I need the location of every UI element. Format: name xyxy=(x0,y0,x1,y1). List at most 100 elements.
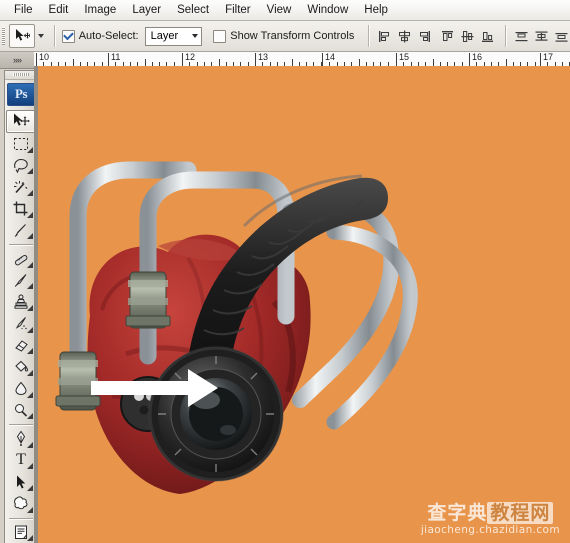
menu-item-view[interactable]: View xyxy=(259,2,300,18)
menu-item-image[interactable]: Image xyxy=(76,2,124,18)
distribute-top-edges-button[interactable] xyxy=(513,28,530,45)
show-transform-controls-label: Show Transform Controls xyxy=(230,30,355,42)
ruler-minor-tick xyxy=(219,59,220,66)
collapsed-panel-tab[interactable]: »» xyxy=(0,52,35,69)
flyout-triangle-icon xyxy=(27,233,33,240)
flyout-triangle-icon xyxy=(27,261,33,268)
notes-tool[interactable] xyxy=(7,521,35,543)
flyout-triangle-icon xyxy=(27,305,33,312)
ruler-label: 16 xyxy=(472,52,483,62)
flyout-triangle-icon xyxy=(27,211,33,218)
flyout-triangle-icon xyxy=(27,348,33,355)
photoshop-window: File Edit Image Layer Select Filter View… xyxy=(0,0,570,543)
flyout-triangle-icon xyxy=(27,369,33,376)
ruler-label: 12 xyxy=(185,52,196,62)
brush-tool[interactable] xyxy=(7,270,35,292)
tools-divider-1 xyxy=(9,244,33,246)
auto-select-scope-value: Layer xyxy=(150,30,179,42)
path-selection-tool[interactable] xyxy=(7,471,35,493)
eraser-tool[interactable] xyxy=(7,335,35,357)
distribute-vertical-centers-button[interactable] xyxy=(533,28,550,45)
auto-select-scope-dropdown[interactable]: Layer xyxy=(144,26,203,46)
menu-item-layer[interactable]: Layer xyxy=(124,2,169,18)
custom-shape-tool[interactable] xyxy=(7,493,35,515)
healing-brush-tool[interactable] xyxy=(7,248,35,270)
ruler-minor-tick xyxy=(359,59,360,66)
clone-stamp-tool[interactable] xyxy=(7,291,35,313)
ruler-label: 13 xyxy=(258,52,269,62)
tools-panel-grip[interactable] xyxy=(5,71,37,80)
flyout-triangle-icon xyxy=(27,391,33,398)
menu-item-edit[interactable]: Edit xyxy=(41,2,77,18)
menu-item-select[interactable]: Select xyxy=(169,2,217,18)
align-vertical-centers-button[interactable] xyxy=(459,28,476,45)
align-vertical-group xyxy=(439,28,496,45)
crop-tool[interactable] xyxy=(7,198,35,220)
tools-panel: Ps T xyxy=(4,70,38,543)
current-tool-preview[interactable] xyxy=(7,21,48,52)
ruler-label: 15 xyxy=(399,52,410,62)
ruler-minor-tick xyxy=(433,59,434,66)
dodge-tool[interactable] xyxy=(7,400,35,422)
align-right-edges-button[interactable] xyxy=(416,28,433,45)
double-chevron-right-icon[interactable]: »» xyxy=(13,55,22,65)
flyout-triangle-icon xyxy=(27,535,33,541)
ruler-minor-tick xyxy=(506,59,507,66)
ruler-label: 10 xyxy=(39,52,50,62)
move-tool[interactable] xyxy=(6,109,36,134)
menu-item-help[interactable]: Help xyxy=(356,2,396,18)
metal-coupling-right xyxy=(125,271,171,329)
options-bar-grip[interactable] xyxy=(0,21,7,52)
flyout-triangle-icon xyxy=(27,168,33,175)
flyout-triangle-icon xyxy=(27,413,33,420)
horizontal-ruler[interactable]: 10 11 12 13 14 15 16 17 xyxy=(34,52,570,67)
lasso-tool[interactable] xyxy=(7,155,35,177)
flyout-triangle-icon xyxy=(27,146,33,153)
align-edges-group xyxy=(376,28,433,45)
flyout-triangle-icon xyxy=(27,283,33,290)
align-left-edges-button[interactable] xyxy=(376,28,393,45)
options-divider-1 xyxy=(53,25,56,47)
options-bar: Auto-Select: Layer Show Transform Contro… xyxy=(0,21,570,52)
menu-item-window[interactable]: Window xyxy=(299,2,356,18)
ruler-label: 17 xyxy=(543,52,554,62)
align-bottom-edges-button[interactable] xyxy=(479,28,496,45)
options-divider-3 xyxy=(505,25,508,47)
tool-preset-chevron-down-icon[interactable] xyxy=(37,34,44,38)
pen-tool[interactable] xyxy=(7,428,35,450)
flyout-triangle-icon xyxy=(27,506,33,513)
move-tool-icon[interactable] xyxy=(8,24,35,48)
magic-wand-tool[interactable] xyxy=(7,176,35,198)
options-divider-2 xyxy=(368,25,371,47)
auto-select-checkbox[interactable] xyxy=(61,29,75,43)
tools-divider-2 xyxy=(9,424,33,426)
slice-tool[interactable] xyxy=(7,220,35,242)
rectangular-marquee-tool[interactable] xyxy=(7,133,35,155)
history-brush-tool[interactable] xyxy=(7,313,35,335)
ruler-label: 14 xyxy=(325,52,336,62)
photoshop-logo: Ps xyxy=(7,82,35,106)
paint-bucket-tool[interactable] xyxy=(7,356,35,378)
flyout-triangle-icon xyxy=(27,326,33,333)
distribute-bottom-edges-button[interactable] xyxy=(553,28,570,45)
ruler-minor-tick xyxy=(145,59,146,66)
menu-item-filter[interactable]: Filter xyxy=(217,2,259,18)
menu-item-file[interactable]: File xyxy=(6,2,41,18)
blur-tool[interactable] xyxy=(7,378,35,400)
flyout-triangle-icon xyxy=(27,190,33,197)
menu-bar: File Edit Image Layer Select Filter View… xyxy=(0,0,570,21)
align-horizontal-centers-button[interactable] xyxy=(396,28,413,45)
mechanical-heart-artwork xyxy=(55,161,418,495)
chevron-down-icon xyxy=(192,34,199,38)
flyout-triangle-icon xyxy=(27,441,33,448)
document-canvas[interactable]: 查字典 教程网 jiaocheng.chazidian.com xyxy=(38,66,570,543)
flyout-triangle-icon xyxy=(27,484,33,491)
type-tool[interactable]: T xyxy=(7,450,35,472)
distribute-group xyxy=(513,28,570,45)
workspace: »» Ps T 10 11 12 13 14 15 16 17 查字典 教程网 … xyxy=(0,52,570,543)
tools-divider-3 xyxy=(9,517,33,519)
align-top-edges-button[interactable] xyxy=(439,28,456,45)
show-transform-controls-checkbox[interactable] xyxy=(213,29,227,43)
auto-select-label: Auto-Select: xyxy=(78,30,139,42)
flyout-triangle-icon xyxy=(27,463,33,470)
